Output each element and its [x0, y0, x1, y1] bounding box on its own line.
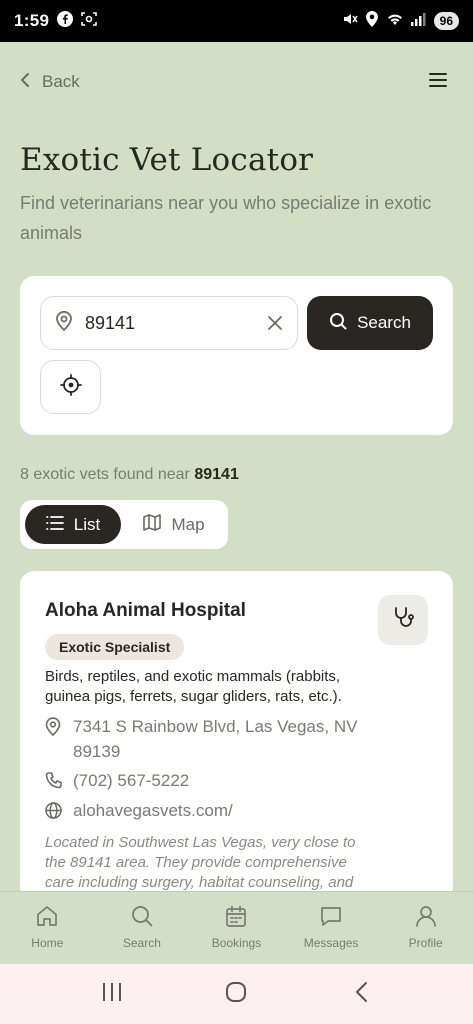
vet-website-link[interactable]: alohavegasvets.com/ [45, 798, 233, 826]
vet-card[interactable]: Aloha Animal Hospital Exotic Specialist … [20, 571, 453, 901]
menu-button[interactable] [423, 67, 453, 97]
vet-website: alohavegasvets.com/ [73, 801, 233, 820]
map-view-label: Map [171, 514, 205, 534]
vet-specialty: Birds, reptiles, and exotic mammals (rab… [45, 668, 342, 705]
back-label: Back [42, 72, 80, 91]
search-icon [329, 312, 347, 335]
battery-indicator: 96 [433, 12, 459, 30]
results-count: 8 exotic vets found near 89141 [20, 466, 239, 484]
vet-address: 7341 S Rainbow Blvd, Las Vegas, NV 89139 [73, 717, 358, 761]
map-view-tab[interactable]: Map [125, 505, 223, 544]
nav-home[interactable]: Home [0, 892, 95, 964]
results-count-text: 8 exotic vets found near [20, 466, 190, 483]
search-icon [131, 905, 153, 930]
phone-icon [45, 768, 63, 796]
vet-phone-row[interactable]: (702) 567-5222 [45, 768, 189, 796]
vet-phone: (702) 567-5222 [73, 771, 190, 790]
nav-search-label: Search [122, 936, 161, 950]
search-button-label: Search [357, 313, 411, 332]
clear-search-button[interactable] [267, 315, 283, 331]
recent-apps-icon [101, 982, 123, 1007]
home-icon [36, 905, 58, 930]
bottom-nav: Home Search Bookings Messages Profile [0, 891, 473, 964]
search-button[interactable]: Search [307, 296, 433, 350]
vet-type-button[interactable] [378, 595, 428, 645]
nav-messages-label: Messages [303, 936, 359, 950]
top-bar: Back [0, 42, 473, 122]
back-system-button[interactable] [331, 974, 391, 1014]
calendar-icon [225, 905, 247, 930]
nav-profile[interactable]: Profile [378, 892, 473, 964]
user-icon [415, 905, 437, 930]
vet-address-row: 7341 S Rainbow Blvd, Las Vegas, NV 89139 [45, 714, 375, 764]
nav-search[interactable]: Search [95, 892, 190, 964]
location-icon [365, 10, 379, 32]
screenshot-icon [81, 11, 98, 32]
status-bar: 1:59 96 [0, 0, 473, 42]
vet-description: Located in Southwest Las Vegas, very clo… [45, 834, 356, 891]
search-card: Search [20, 276, 453, 435]
zip-search-input[interactable] [85, 312, 235, 334]
chevron-left-icon [20, 72, 30, 93]
chevron-left-icon [354, 981, 368, 1008]
signal-icon [410, 11, 427, 31]
nav-profile-label: Profile [408, 936, 443, 950]
nav-bookings-label: Bookings [211, 936, 262, 950]
nav-bookings[interactable]: Bookings [189, 892, 284, 964]
wifi-icon [386, 11, 404, 31]
view-toggle: List Map [20, 500, 228, 549]
results-zip: 89141 [194, 466, 239, 483]
map-pin-icon [55, 310, 73, 336]
current-location-button[interactable] [40, 360, 101, 414]
recent-apps-button[interactable] [82, 974, 142, 1014]
stethoscope-icon [391, 606, 415, 635]
nav-messages[interactable]: Messages [284, 892, 379, 964]
globe-icon [45, 798, 63, 826]
page-title: Exotic Vet Locator [20, 142, 314, 178]
map-pin-icon [45, 714, 63, 764]
list-icon [45, 515, 64, 535]
mute-icon [342, 11, 358, 32]
exotic-specialist-badge: Exotic Specialist [45, 634, 185, 660]
home-system-button[interactable] [206, 974, 266, 1014]
status-time: 1:59 [14, 11, 50, 30]
vet-name: Aloha Animal Hospital [45, 600, 246, 621]
home-circle-icon [225, 981, 247, 1008]
zip-search-field[interactable] [40, 296, 298, 350]
crosshair-icon [59, 373, 82, 401]
back-button[interactable]: Back [20, 72, 80, 93]
facebook-icon [57, 10, 74, 32]
page-subtitle: Find veterinarians near you who speciali… [20, 193, 432, 243]
hamburger-menu-icon [429, 72, 447, 92]
list-view-tab[interactable]: List [25, 505, 121, 544]
close-icon [268, 316, 282, 330]
system-nav-bar [0, 964, 473, 1024]
message-icon [320, 905, 342, 930]
map-icon [143, 513, 162, 536]
nav-home-label: Home [31, 936, 64, 950]
list-view-label: List [73, 514, 101, 534]
